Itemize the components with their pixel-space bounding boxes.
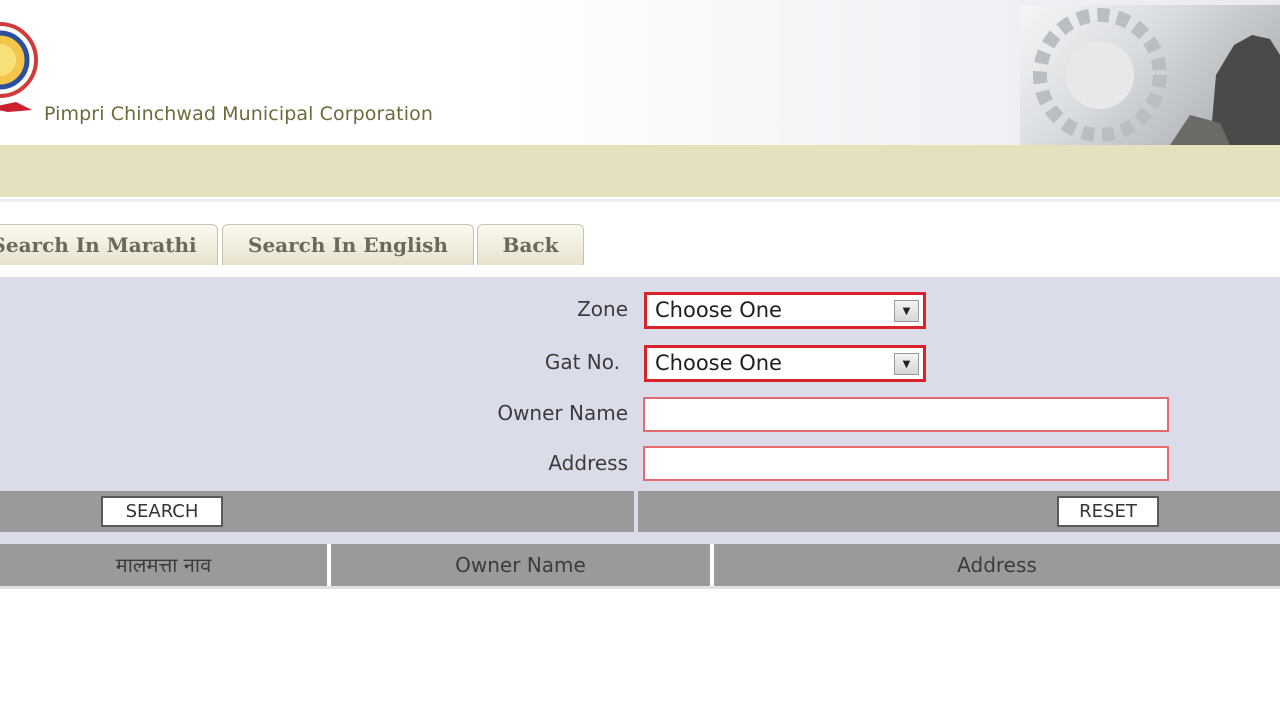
reset-button[interactable]: RESET bbox=[1057, 496, 1159, 527]
zone-label: Zone bbox=[577, 297, 628, 321]
tab-back[interactable]: Back bbox=[477, 224, 584, 265]
column-header-property-name: मालमत्ता नाव bbox=[0, 544, 327, 586]
address-input[interactable] bbox=[643, 446, 1169, 481]
divider bbox=[0, 199, 1280, 202]
tab-search-in-marathi[interactable]: Search In Marathi bbox=[0, 224, 218, 265]
button-bar-right bbox=[638, 491, 1280, 532]
search-button[interactable]: SEARCH bbox=[101, 496, 223, 527]
gat-no-label: Gat No. bbox=[544, 350, 620, 374]
org-name: Pimpri Chinchwad Municipal Corporation bbox=[44, 103, 433, 125]
button-bar-left bbox=[0, 491, 634, 532]
results-spacer bbox=[0, 532, 1280, 544]
site-header: Pimpri Chinchwad Municipal Corporation bbox=[0, 0, 1280, 145]
header-band bbox=[0, 145, 1280, 197]
pcmc-logo-icon bbox=[0, 22, 38, 112]
chevron-down-icon[interactable]: ▼ bbox=[894, 353, 919, 375]
column-header-address: Address bbox=[714, 544, 1280, 586]
gat-no-select-value: Choose One bbox=[655, 351, 782, 375]
chevron-down-icon[interactable]: ▼ bbox=[894, 300, 919, 322]
column-header-owner-name: Owner Name bbox=[331, 544, 710, 586]
address-label: Address bbox=[548, 451, 628, 475]
gat-no-select[interactable]: Choose One ▼ bbox=[644, 345, 926, 382]
zone-select-value: Choose One bbox=[655, 298, 782, 322]
owner-name-label: Owner Name bbox=[497, 401, 628, 425]
header-banner-image bbox=[1020, 5, 1280, 145]
tab-search-in-english[interactable]: Search In English bbox=[222, 224, 474, 265]
owner-name-input[interactable] bbox=[643, 397, 1169, 432]
zone-select[interactable]: Choose One ▼ bbox=[644, 292, 926, 329]
gear-statue-image-icon bbox=[1033, 8, 1280, 145]
results-table-border bbox=[0, 586, 1280, 589]
